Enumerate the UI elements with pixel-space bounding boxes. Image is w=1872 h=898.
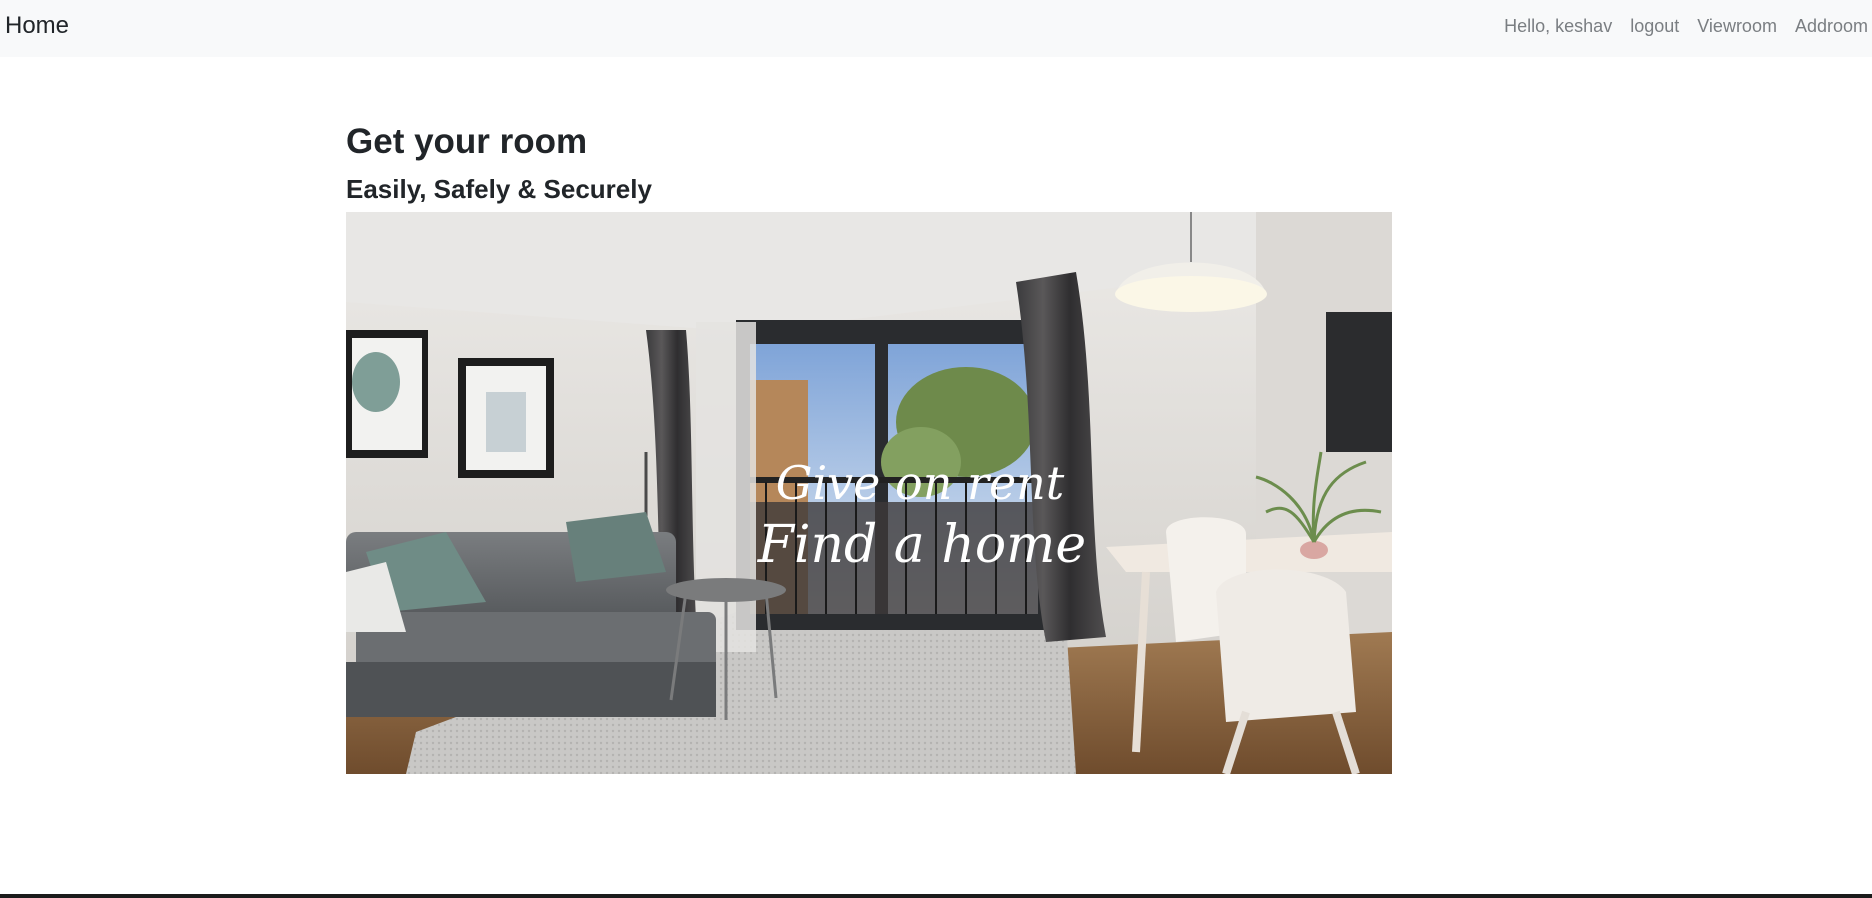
greeting-link[interactable]: Hello, keshav (1504, 14, 1612, 38)
addroom-link[interactable]: Addroom (1795, 14, 1868, 38)
hero-line-1: Give on rent (776, 456, 1065, 510)
main-content: Get your room Easily, Safely & Securely (346, 118, 1392, 774)
home-link[interactable]: Home (5, 11, 69, 41)
viewroom-link[interactable]: Viewroom (1697, 14, 1777, 38)
hero-line-2: Find a home (757, 515, 1086, 575)
nav-links: Hello, keshav logout Viewroom Addroom (1504, 14, 1872, 38)
bottom-border (0, 894, 1872, 898)
logout-link[interactable]: logout (1630, 14, 1679, 38)
page-title: Get your room (346, 122, 588, 161)
hero-image: Give on rent Find a home (346, 212, 1392, 774)
living-room-illustration: Give on rent Find a home (346, 212, 1392, 774)
page-subtitle: Easily, Safely & Securely (346, 174, 652, 204)
navbar: Home Hello, keshav logout Viewroom Addro… (0, 0, 1872, 57)
